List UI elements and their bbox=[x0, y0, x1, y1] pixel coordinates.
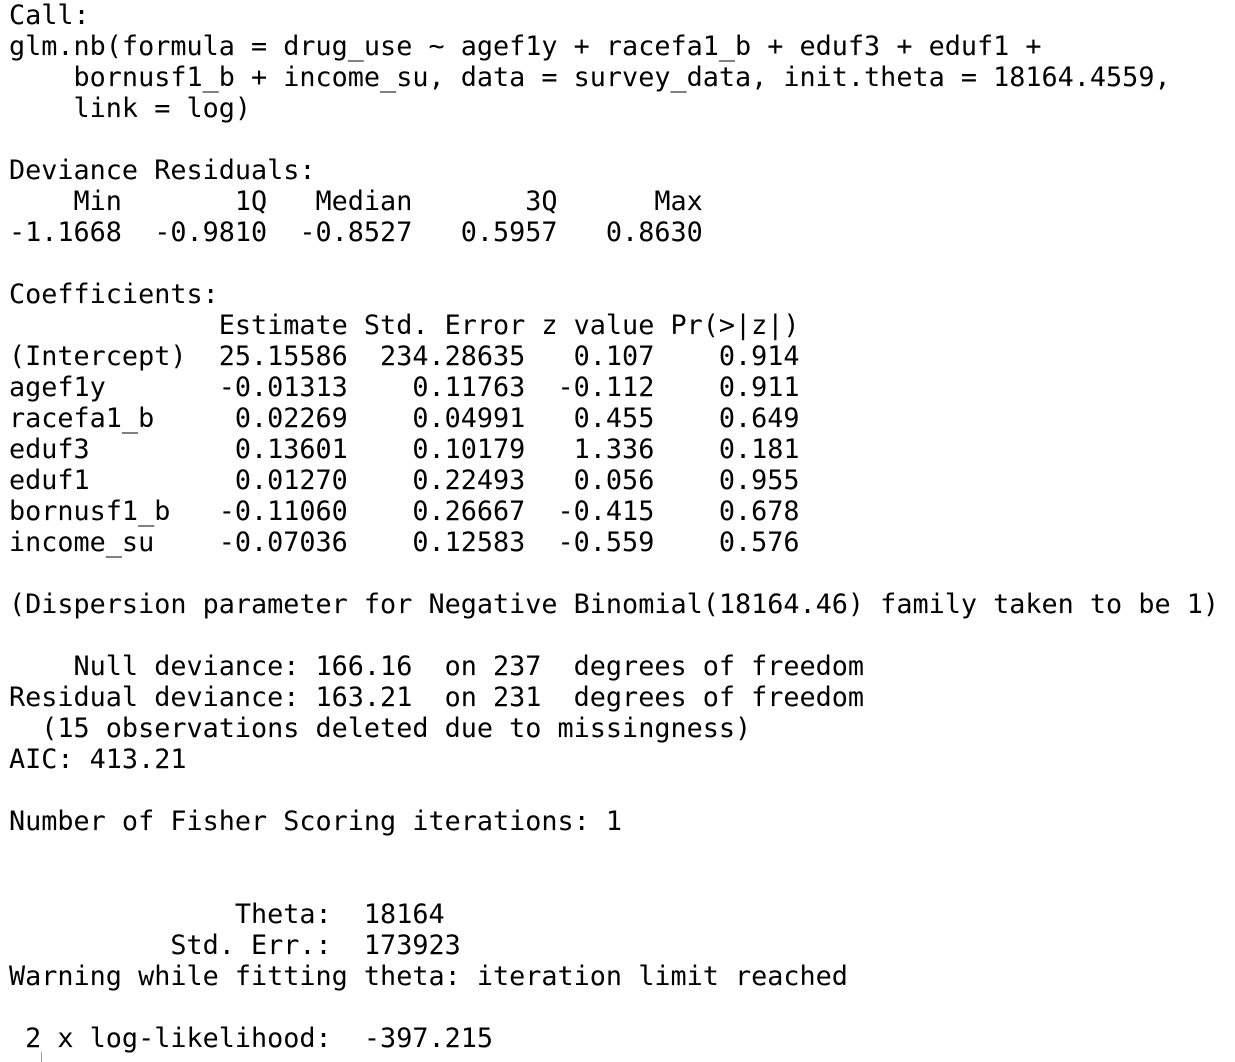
call-header: Call: bbox=[9, 0, 90, 31]
coefficients-column-headers: Estimate Std. Error z value Pr(>|z|) bbox=[9, 310, 800, 341]
coefficient-row-income-su: income_su -0.07036 0.12583 -0.559 0.576 bbox=[9, 527, 800, 558]
residual-deviance: Residual deviance: 163.21 on 231 degrees… bbox=[9, 682, 865, 713]
coefficient-row-bornusf1-b: bornusf1_b -0.11060 0.26667 -0.415 0.678 bbox=[9, 496, 800, 527]
theta-std-err: Std. Err.: 173923 bbox=[9, 930, 477, 961]
call-formula-line-1: glm.nb(formula = drug_use ~ agef1y + rac… bbox=[9, 31, 1058, 62]
missingness-note: (15 observations deleted due to missingn… bbox=[9, 713, 752, 744]
log-likelihood: 2 x log-likelihood: -397.215 bbox=[9, 1023, 510, 1054]
coefficient-row-eduf3: eduf3 0.13601 0.10179 1.336 0.181 bbox=[9, 434, 800, 465]
deviance-residuals-values: -1.1668 -0.9810 -0.8527 0.5957 0.8630 bbox=[9, 217, 735, 248]
coefficient-row-agef1y: agef1y -0.01313 0.11763 -0.112 0.911 bbox=[9, 372, 800, 403]
r-console-output: Call: glm.nb(formula = drug_use ~ agef1y… bbox=[9, 0, 1229, 1054]
call-formula-line-3: link = log) bbox=[9, 93, 251, 124]
theta-value: Theta: 18164 bbox=[9, 899, 461, 930]
coefficient-row-intercept: (Intercept) 25.15586 234.28635 0.107 0.9… bbox=[9, 341, 800, 372]
deviance-residuals-header: Deviance Residuals: bbox=[9, 155, 332, 186]
coefficient-row-eduf1: eduf1 0.01270 0.22493 0.056 0.955 bbox=[9, 465, 800, 496]
coefficients-header: Coefficients: bbox=[9, 279, 219, 310]
fisher-scoring-iterations: Number of Fisher Scoring iterations: 1 bbox=[9, 806, 623, 837]
null-deviance: Null deviance: 166.16 on 237 degrees of … bbox=[9, 651, 865, 682]
text-cursor-caret bbox=[41, 1052, 42, 1062]
theta-warning: Warning while fitting theta: iteration l… bbox=[9, 961, 865, 992]
coefficient-row-racefa1-b: racefa1_b 0.02269 0.04991 0.455 0.649 bbox=[9, 403, 800, 434]
deviance-residuals-labels: Min 1Q Median 3Q Max bbox=[9, 186, 735, 217]
aic-value: AIC: 413.21 bbox=[9, 744, 187, 775]
dispersion-note: (Dispersion parameter for Negative Binom… bbox=[9, 589, 1219, 620]
call-formula-line-2: bornusf1_b + income_su, data = survey_da… bbox=[9, 62, 1187, 93]
